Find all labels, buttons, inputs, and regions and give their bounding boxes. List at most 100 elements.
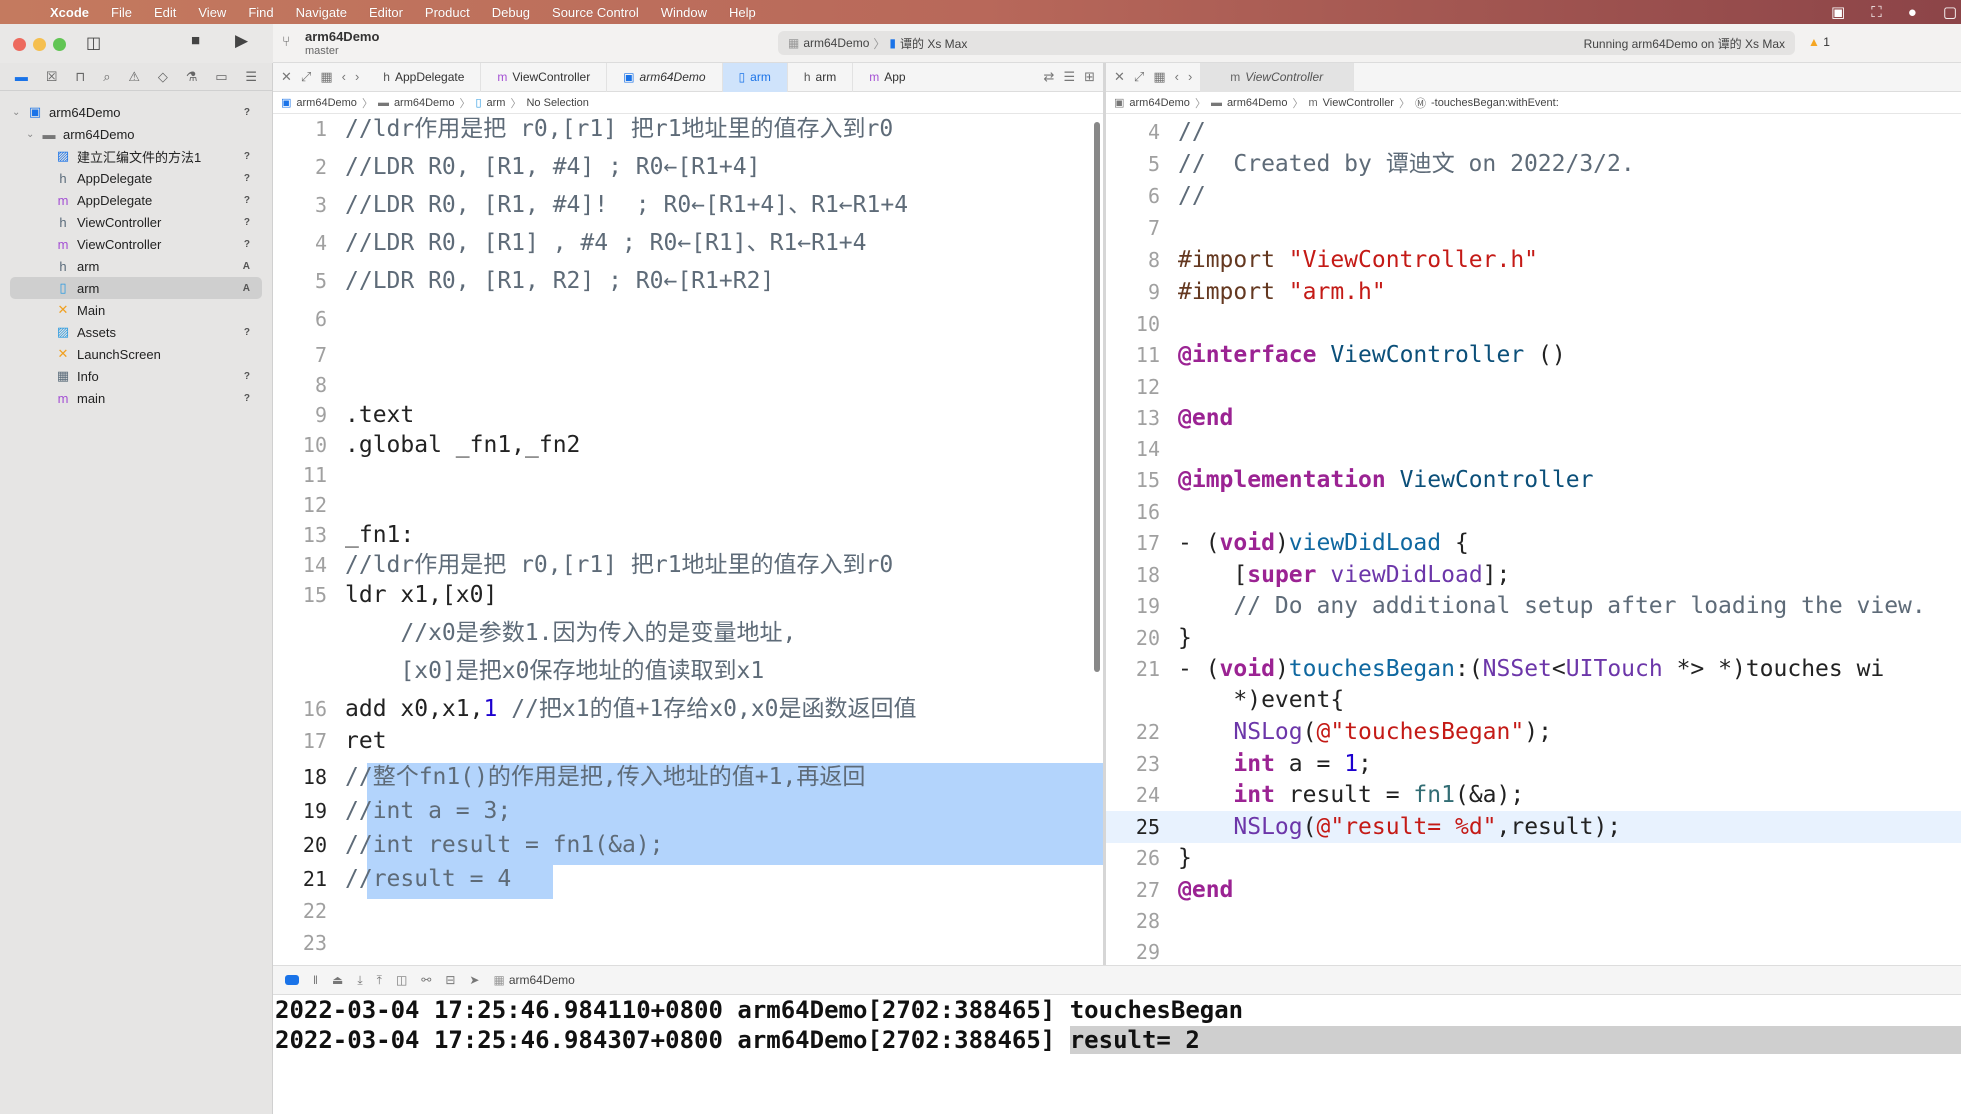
breadcrumb-item[interactable]: arm64Demo (296, 97, 357, 109)
editor-options-icon[interactable]: ☰ (1063, 69, 1075, 85)
tree-item[interactable]: ▨ Assets? (0, 321, 272, 343)
sidebar-toggle-icon[interactable]: ◫ (86, 33, 101, 53)
breadcrumb-item[interactable]: -touchesBegan:withEvent: (1431, 97, 1559, 109)
close-icon[interactable]: ✕ (1114, 69, 1125, 85)
menu-product[interactable]: Product (425, 5, 470, 20)
debug-console[interactable]: 2022-03-04 17:25:46.984110+0800 arm64Dem… (273, 995, 1961, 1114)
code-token: //x0是参数1.因为传入的是变量地址, (345, 620, 797, 646)
code-token: [ (1178, 562, 1248, 588)
screenshot-icon[interactable]: ⛶ (1871, 4, 1882, 21)
tree-item-selected[interactable]: ▯ arm A (10, 277, 262, 299)
run-icon[interactable]: ▶ (235, 31, 248, 51)
line-number: 11 (1135, 343, 1160, 367)
forward-icon[interactable]: › (355, 69, 359, 85)
process-name[interactable]: arm64Demo (509, 973, 575, 987)
step-into-icon[interactable]: ⤓ (357, 973, 362, 988)
tab-appdelegate-h[interactable]: h AppDelegate (367, 62, 482, 92)
editor-scrollbar[interactable] (1094, 122, 1100, 672)
wps-icon[interactable]: ▣ (1831, 3, 1845, 21)
environment-icon[interactable]: ⊟ (445, 973, 455, 987)
add-editor-icon[interactable]: ⊞ (1084, 69, 1095, 85)
tree-item[interactable]: ✕ Main (0, 299, 272, 321)
scheme-icon: ▦ (788, 36, 800, 50)
breakpoint-icon[interactable]: ▭ (215, 69, 227, 85)
debug-icon[interactable]: ⚗ (186, 69, 198, 85)
breadcrumb-item[interactable]: No Selection (526, 97, 588, 109)
window-icon[interactable]: ▢ (1943, 3, 1957, 21)
breadcrumb-item[interactable]: arm64Demo (1129, 97, 1190, 109)
pause-icon[interactable]: ‖ (313, 973, 318, 987)
tab-arm-h[interactable]: h arm (788, 62, 854, 92)
step-out-icon[interactable]: ⤒ (377, 973, 382, 988)
scheme-status-bar: ▦ arm64Demo 〉 ▮ 谭的 Xs Max Running arm64D… (778, 31, 1795, 55)
tree-item[interactable]: ▦ Info? (0, 365, 272, 387)
right-code-editor[interactable]: 4 // 5 // Created by 谭迪文 on 2022/3/2. 6 // … (1106, 114, 1961, 965)
tab-app-m[interactable]: m App (853, 63, 909, 92)
left-code-editor[interactable]: 1 //ldr作用是把 r0,[r1] 把r1地址里的值存入到r0 2 //LDR … (273, 114, 1103, 965)
view-hierarchy-icon[interactable]: ◫ (396, 973, 407, 987)
tree-item[interactable]: m main? (0, 387, 272, 409)
tab-arm64demo[interactable]: ▣ arm64Demo (607, 62, 723, 92)
breakpoints-toggle-icon[interactable] (285, 975, 299, 985)
symbol-icon[interactable]: ⊓ (75, 69, 85, 85)
scheme-selector[interactable]: arm64Demo (803, 36, 869, 50)
folder-icon[interactable]: ▬ (15, 69, 28, 84)
tab-arm-s[interactable]: ▯ arm (722, 62, 788, 92)
memory-graph-icon[interactable]: ⚯ (421, 973, 431, 987)
menu-navigate[interactable]: Navigate (296, 5, 347, 20)
back-icon[interactable]: ‹ (1175, 69, 1179, 85)
menu-debug[interactable]: Debug (492, 5, 530, 20)
menu-view[interactable]: View (198, 5, 226, 20)
grid-icon[interactable]: ▦ (320, 69, 332, 85)
forward-icon[interactable]: › (1188, 69, 1192, 85)
code-token: { (1441, 530, 1469, 556)
zoom-window-button[interactable] (53, 38, 66, 51)
close-icon[interactable]: ✕ (281, 69, 292, 85)
stop-icon[interactable]: ■ (191, 32, 200, 49)
related-items-icon[interactable]: ⇄ (1044, 69, 1055, 85)
breadcrumb-item[interactable]: arm64Demo (394, 97, 455, 109)
menu-edit[interactable]: Edit (154, 5, 176, 20)
back-icon[interactable]: ‹ (342, 69, 346, 85)
wechat-icon[interactable]: ● (1908, 4, 1917, 21)
expand-icon[interactable]: ⤢ (1134, 69, 1144, 85)
tree-item[interactable]: m ViewController? (0, 233, 272, 255)
tree-item[interactable]: ⌄ ▬ arm64Demo (0, 123, 272, 145)
location-icon[interactable]: ➤ (469, 973, 479, 987)
menu-xcode[interactable]: Xcode (50, 5, 89, 20)
menu-help[interactable]: Help (729, 5, 756, 20)
code-token: [x0]是把x0保存地址的值读取到x1 (345, 658, 765, 684)
menu-window[interactable]: Window (661, 5, 707, 20)
tree-item[interactable]: ✕ LaunchScreen (0, 343, 272, 365)
code-token: UITouch (1565, 656, 1663, 682)
source-control-icon[interactable]: ☒ (46, 69, 58, 85)
tree-item[interactable]: ▨ 建立汇编文件的方法1? (0, 145, 272, 167)
device-selector[interactable]: 谭的 Xs Max (900, 35, 967, 52)
tree-item[interactable]: h arm A (0, 255, 272, 277)
menu-file[interactable]: File (111, 5, 132, 20)
breadcrumb-item[interactable]: arm64Demo (1227, 97, 1288, 109)
tab-viewcontroller-m[interactable]: m ViewController (1200, 62, 1355, 92)
line-number: 26 (1135, 846, 1160, 870)
report-icon[interactable]: ☰ (245, 69, 257, 85)
menu-editor[interactable]: Editor (369, 5, 403, 20)
code-line: 17 ret (273, 726, 1103, 756)
warning-indicator[interactable]: ▲ 1 (1808, 35, 1830, 49)
menu-source-control[interactable]: Source Control (552, 5, 639, 20)
tree-item[interactable]: h ViewController? (0, 211, 272, 233)
test-icon[interactable]: ◇ (158, 69, 168, 85)
breadcrumb-item[interactable]: ViewController (1323, 97, 1394, 109)
grid-icon[interactable]: ▦ (1153, 69, 1165, 85)
breadcrumb-item[interactable]: arm (487, 97, 506, 109)
tab-viewcontroller-m[interactable]: m ViewController (481, 62, 608, 92)
issue-icon[interactable]: ⚠ (128, 69, 140, 85)
tree-item[interactable]: h AppDelegate? (0, 167, 272, 189)
close-window-button[interactable] (13, 38, 26, 51)
menu-find[interactable]: Find (248, 5, 273, 20)
tree-item[interactable]: m AppDelegate? (0, 189, 272, 211)
tree-item[interactable]: ⌄ ▣ arm64Demo? (0, 101, 272, 123)
expand-icon[interactable]: ⤢ (301, 69, 311, 85)
step-over-icon[interactable]: ⏏ (332, 973, 343, 987)
search-icon[interactable]: ⌕ (103, 69, 110, 85)
minimize-window-button[interactable] (33, 38, 46, 51)
